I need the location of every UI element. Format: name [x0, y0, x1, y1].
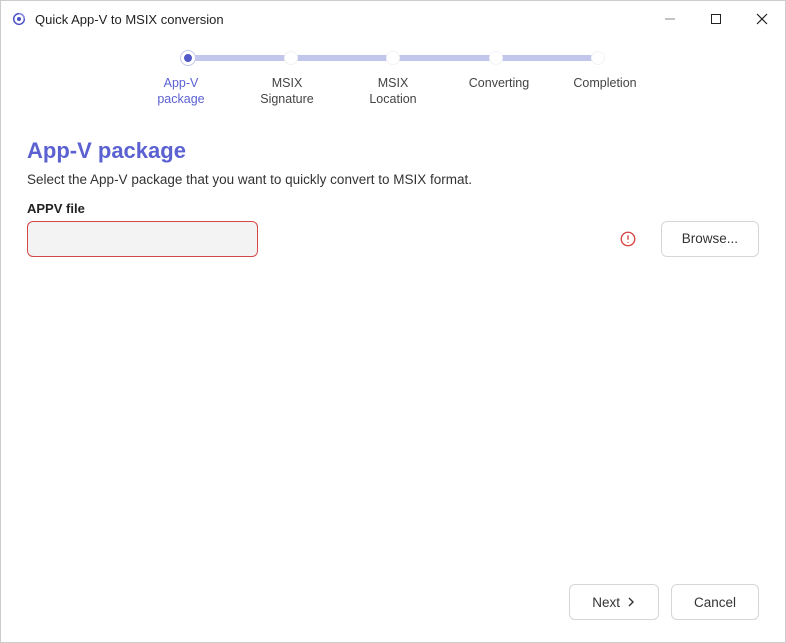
minimize-button[interactable] — [647, 1, 693, 37]
next-button[interactable]: Next — [569, 584, 659, 620]
step-label-converting: Converting — [459, 75, 539, 108]
titlebar: Quick App-V to MSIX conversion — [1, 1, 785, 37]
step-label-appv: App-V package — [141, 75, 221, 108]
step-label-completion: Completion — [565, 75, 645, 108]
chevron-right-icon — [626, 597, 636, 607]
step-dot-signature — [284, 51, 298, 65]
stepper: App-V package MSIX Signature MSIX Locati… — [1, 51, 785, 108]
close-button[interactable] — [739, 1, 785, 37]
cancel-button[interactable]: Cancel — [671, 584, 759, 620]
field-label-appv: APPV file — [27, 201, 759, 216]
step-dot-completion — [591, 51, 605, 65]
appv-file-input[interactable] — [27, 221, 258, 257]
step-label-location: MSIX Location — [353, 75, 433, 108]
next-button-label: Next — [592, 595, 620, 610]
page-description: Select the App-V package that you want t… — [27, 172, 759, 187]
browse-button[interactable]: Browse... — [661, 221, 759, 257]
footer: Next Cancel — [1, 584, 785, 642]
step-dot-appv — [181, 51, 195, 65]
app-icon — [11, 11, 27, 27]
step-label-signature: MSIX Signature — [247, 75, 327, 108]
content-area: App-V package Select the App-V package t… — [1, 108, 785, 585]
error-icon — [619, 230, 637, 248]
page-title: App-V package — [27, 138, 759, 164]
window-title: Quick App-V to MSIX conversion — [35, 12, 224, 27]
step-dot-converting — [489, 51, 503, 65]
step-dot-location — [386, 51, 400, 65]
maximize-button[interactable] — [693, 1, 739, 37]
